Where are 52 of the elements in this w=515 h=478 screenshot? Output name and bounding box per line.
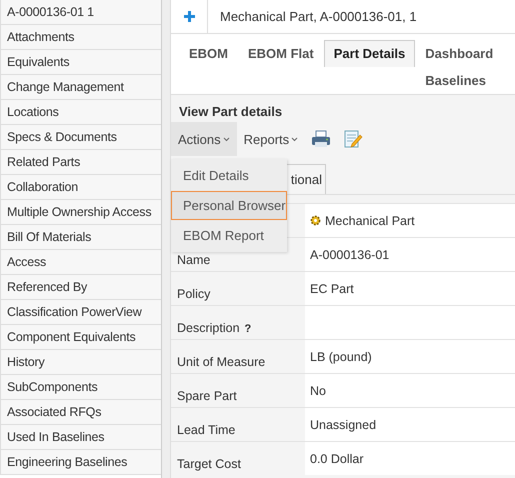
field-label: Spare Part <box>177 389 237 403</box>
field-value: LB (pound) <box>310 350 372 364</box>
field-value: EC Part <box>310 282 354 296</box>
printer-icon <box>311 130 332 148</box>
sidebar-item[interactable]: Change Management <box>0 75 161 100</box>
field-label: Unit of Measure <box>177 355 266 369</box>
tab[interactable]: Part Details <box>324 40 416 67</box>
section-title: View Part details <box>178 103 284 121</box>
tab[interactable]: EBOM <box>179 40 238 67</box>
caret-icon <box>222 136 230 142</box>
tab[interactable]: Baselines <box>415 67 504 94</box>
notepad-icon <box>343 129 364 149</box>
sidebar-item[interactable]: SubComponents <box>0 375 161 400</box>
field-value: No <box>310 384 326 398</box>
sidebar-item[interactable]: Access <box>0 250 161 275</box>
sidebar-item[interactable]: Multiple Ownership Access <box>0 200 161 225</box>
field-label: Target Cost <box>177 457 241 471</box>
sidebar-item[interactable]: Specs & Documents <box>0 125 161 150</box>
sidebar-item[interactable]: Referenced By <box>0 275 161 300</box>
field-label: Policy <box>177 287 210 301</box>
sidebar-item[interactable]: Component Equivalents <box>0 325 161 350</box>
sidebar-item[interactable]: Used In Baselines <box>0 425 161 450</box>
field-value: Mechanical Part <box>325 214 415 228</box>
help-mark[interactable]: ? <box>244 323 252 335</box>
sidebar-item[interactable]: Locations <box>0 100 161 125</box>
plus-icon <box>184 11 194 22</box>
menu-item[interactable]: Edit Details <box>171 161 287 190</box>
caret-icon <box>291 136 298 142</box>
tab[interactable]: EBOM Flat <box>238 40 324 67</box>
sidebar-item[interactable]: Collaboration <box>0 175 161 200</box>
menu-item[interactable]: EBOM Report <box>171 221 287 250</box>
sidebar-item[interactable]: Classification PowerView <box>0 300 161 325</box>
field-label: Name <box>177 253 210 267</box>
sidebar-item[interactable]: A-0000136-01 1 <box>0 0 161 25</box>
sidebar-item[interactable]: Engineering Baselines <box>0 450 161 475</box>
sidebar-item[interactable]: Attachments <box>0 25 161 50</box>
sidebar-item[interactable]: Equivalents <box>0 50 161 75</box>
sidebar-item[interactable]: Related Parts <box>0 150 161 175</box>
field-label: Lead Time <box>177 423 236 437</box>
menu-button[interactable]: Actions <box>171 122 237 156</box>
sidebar-item[interactable]: Bill Of Materials <box>0 225 161 250</box>
field-value: Unassigned <box>310 418 376 432</box>
field-value: A-0000136-01 <box>310 248 390 262</box>
gear-icon <box>310 215 321 226</box>
menu-button[interactable]: Reports <box>236 122 306 156</box>
sidebar-item[interactable]: History <box>0 350 161 375</box>
tab[interactable]: Dashboard <box>415 40 504 67</box>
sidebar-item[interactable]: Associated RFQs <box>0 400 161 425</box>
field-label: Description <box>177 321 240 335</box>
field-value: 0.0 Dollar <box>310 452 364 466</box>
object-title: Mechanical Part, A-0000136-01, 1 <box>219 9 417 24</box>
menu-item[interactable]: Personal Browser <box>171 191 287 220</box>
